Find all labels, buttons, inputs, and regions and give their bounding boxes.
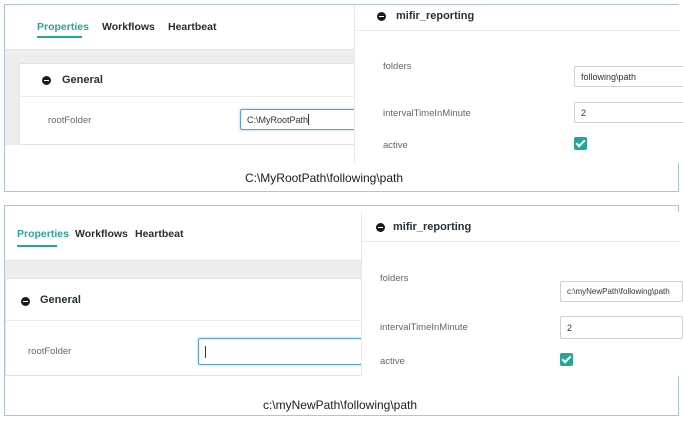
mifir-reporting-panel: mifir_reporting folders c:\myNewPath\fol… (361, 212, 683, 376)
general-section: General rootFolder (5, 278, 362, 376)
interval-label: intervalTimeInMinute (383, 108, 471, 119)
interval-label: intervalTimeInMinute (380, 322, 468, 333)
interval-input[interactable]: 2 (574, 102, 683, 123)
mifir-reporting-title: mifir_reporting (393, 221, 472, 233)
active-label: active (380, 356, 405, 367)
mifir-reporting-header[interactable]: mifir_reporting (362, 212, 681, 242)
folders-label: folders (383, 61, 412, 72)
tab-properties[interactable]: Properties (37, 21, 89, 33)
general-section-title: General (40, 294, 81, 306)
root-folder-input[interactable] (198, 338, 362, 365)
active-tab-indicator (17, 245, 57, 247)
tab-workflows[interactable]: Workflows (102, 21, 155, 33)
mifir-reporting-title: mifir_reporting (396, 10, 475, 22)
general-section-header[interactable]: General (20, 64, 356, 97)
mifir-reporting-panel: mifir_reporting folders following\path i… (354, 5, 683, 163)
root-folder-label: rootFolder (48, 115, 92, 126)
text-cursor (205, 345, 206, 358)
interval-input[interactable]: 2 (560, 316, 683, 339)
folders-value: following\path (581, 71, 637, 82)
folders-label: folders (380, 273, 409, 284)
active-checkbox[interactable] (574, 137, 587, 150)
screenshot-panel-1: Properties Workflows Heartbeat General r… (4, 4, 683, 192)
general-section-title: General (62, 74, 103, 86)
root-folder-label: rootFolder (28, 346, 72, 357)
tab-workflows[interactable]: Workflows (75, 228, 128, 240)
general-section-header[interactable]: General (6, 279, 362, 321)
tab-bar: Properties Workflows Heartbeat (5, 206, 361, 261)
active-tab-indicator (37, 36, 82, 38)
active-checkbox[interactable] (560, 353, 573, 366)
tab-properties[interactable]: Properties (17, 228, 69, 240)
mifir-reporting-header[interactable]: mifir_reporting (355, 5, 681, 31)
interval-value: 2 (567, 322, 573, 333)
folders-input[interactable]: c:\myNewPath\following\path (560, 281, 683, 302)
minus-circle-icon[interactable] (21, 297, 30, 306)
general-section: General rootFolder C:\MyRootPath (19, 63, 356, 145)
folders-value: c:\myNewPath\following\path (567, 287, 670, 296)
path-caption: C:\MyRootPath\following\path (244, 171, 404, 185)
active-label: active (383, 140, 408, 151)
folders-input[interactable]: following\path (574, 66, 683, 87)
minus-circle-icon[interactable] (376, 223, 385, 232)
text-cursor (308, 114, 310, 125)
path-caption: c:\myNewPath\following\path (262, 398, 418, 412)
tab-bar: Properties Workflows Heartbeat (5, 5, 365, 50)
minus-circle-icon[interactable] (377, 12, 386, 21)
root-folder-value: C:\MyRootPath (247, 114, 309, 125)
minus-circle-icon[interactable] (42, 76, 51, 85)
root-folder-input[interactable]: C:\MyRootPath (240, 109, 356, 130)
tab-heartbeat[interactable]: Heartbeat (168, 21, 216, 33)
screenshot-panel-2: Properties Workflows Heartbeat General r… (4, 205, 683, 416)
tab-heartbeat[interactable]: Heartbeat (135, 228, 183, 240)
interval-value: 2 (581, 107, 587, 118)
